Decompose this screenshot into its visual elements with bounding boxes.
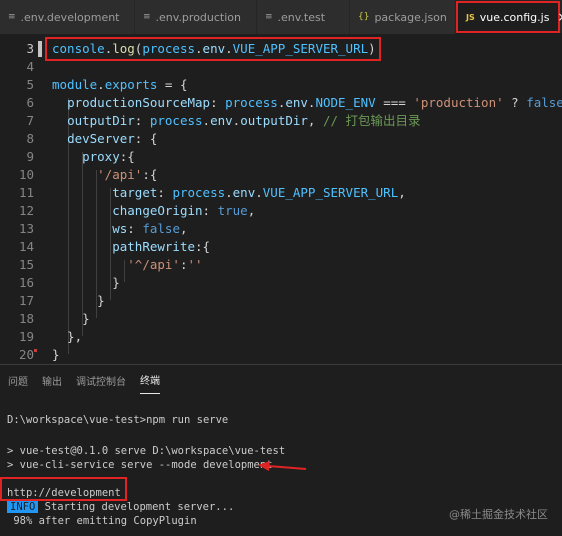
line-number: 8	[26, 131, 34, 146]
tab-problems[interactable]: 问题	[8, 367, 28, 394]
line-number: 15	[18, 257, 34, 272]
tab-env-production[interactable]: ≡ .env.production	[135, 0, 257, 34]
code-line: 3 console.log(process.env.VUE_APP_SERVER_…	[0, 40, 562, 58]
line-number: 9	[26, 149, 34, 164]
code-line: 17 }	[0, 292, 562, 310]
line-number: 14	[18, 239, 34, 254]
file-lines-icon: ≡	[265, 12, 273, 22]
line-number: 13	[18, 221, 34, 236]
code-line: 18 }	[0, 310, 562, 328]
panel-tabs: 问题 输出 调试控制台 终端	[0, 365, 562, 395]
code-line: 12 changeOrigin: true,	[0, 202, 562, 220]
tab-output[interactable]: 输出	[42, 367, 62, 394]
code-comment: // 打包输出目录	[322, 113, 421, 128]
code-line: 7 outputDir: process.env.outputDir, // 打…	[0, 112, 562, 130]
tab-label: .env.development	[20, 10, 120, 24]
code-line: 15 '^/api':''	[0, 256, 562, 274]
code-line: 19 },	[0, 328, 562, 346]
json-braces-icon: {}	[358, 12, 370, 22]
file-lines-icon: ≡	[8, 12, 16, 22]
terminal-progress: 98% after emitting CopyPlugin	[7, 515, 197, 527]
tab-env-test[interactable]: ≡ .env.test	[257, 0, 350, 34]
code-line: 9 proxy:{	[0, 148, 562, 166]
javascript-file-icon: JS	[466, 12, 475, 22]
line-number: 20	[18, 347, 34, 362]
code-line: 11 target: process.env.VUE_APP_SERVER_UR…	[0, 184, 562, 202]
tab-vue-config-js[interactable]: JS vue.config.js ×	[456, 1, 562, 33]
close-icon[interactable]: ×	[557, 10, 562, 24]
arrow-left-icon	[258, 461, 307, 471]
tab-env-development[interactable]: ≡ .env.development	[0, 0, 135, 34]
line-number: 19	[18, 329, 34, 344]
tab-label: .env.test	[277, 10, 326, 24]
line-number: 17	[18, 293, 34, 308]
code-line: 20}	[0, 346, 562, 364]
info-text: Starting development server...	[38, 501, 235, 513]
line-number: 6	[26, 95, 34, 110]
bottom-panel: 问题 输出 调试控制台 终端 D:\workspace\vue-test>npm…	[0, 364, 562, 536]
terminal-prompt: D:\workspace\vue-test>npm run serve	[7, 414, 229, 426]
code-editor[interactable]: 3 console.log(process.env.VUE_APP_SERVER_…	[0, 34, 562, 364]
code-line: 6 productionSourceMap: process.env.NODE_…	[0, 94, 562, 112]
code-line: 4	[0, 58, 562, 76]
tab-debug-console[interactable]: 调试控制台	[76, 367, 126, 394]
tab-terminal[interactable]: 终端	[140, 366, 160, 394]
error-dot-marker	[34, 349, 37, 352]
code-line: 16 }	[0, 274, 562, 292]
tab-label: package.json	[374, 10, 447, 24]
code-line: 8 devServer: {	[0, 130, 562, 148]
line-number: 7	[26, 113, 34, 128]
code-line: 13 ws: false,	[0, 220, 562, 238]
code-line: 5 module.exports = {	[0, 76, 562, 94]
editor-tab-bar: ≡ .env.development ≡ .env.production ≡ .…	[0, 0, 562, 34]
line-number: 4	[26, 59, 34, 74]
info-badge: INFO	[7, 501, 39, 513]
line-number: 11	[18, 185, 34, 200]
file-lines-icon: ≡	[143, 12, 151, 22]
line-number: 18	[18, 311, 34, 326]
line-number: 16	[18, 275, 34, 290]
line-number: 3	[26, 41, 34, 56]
code-line: 10 '/api':{	[0, 166, 562, 184]
line-number: 12	[18, 203, 34, 218]
tab-label: .env.production	[155, 10, 242, 24]
tab-label: vue.config.js	[479, 10, 550, 24]
terminal-output[interactable]: D:\workspace\vue-test>npm run serve > vu…	[7, 413, 285, 527]
line-number: 10	[18, 167, 34, 182]
highlight-box	[0, 477, 127, 501]
terminal-info-line: INFO Starting development server...	[7, 500, 234, 514]
tab-package-json[interactable]: {} package.json	[350, 0, 456, 34]
code-line: 14 pathRewrite:{	[0, 238, 562, 256]
terminal-line: > vue-test@0.1.0 serve D:\workspace\vue-…	[7, 445, 286, 457]
terminal-line: > vue-cli-service serve --mode developme…	[7, 459, 273, 471]
watermark: @稀土掘金技术社区	[449, 508, 548, 521]
line-number: 5	[26, 77, 34, 92]
